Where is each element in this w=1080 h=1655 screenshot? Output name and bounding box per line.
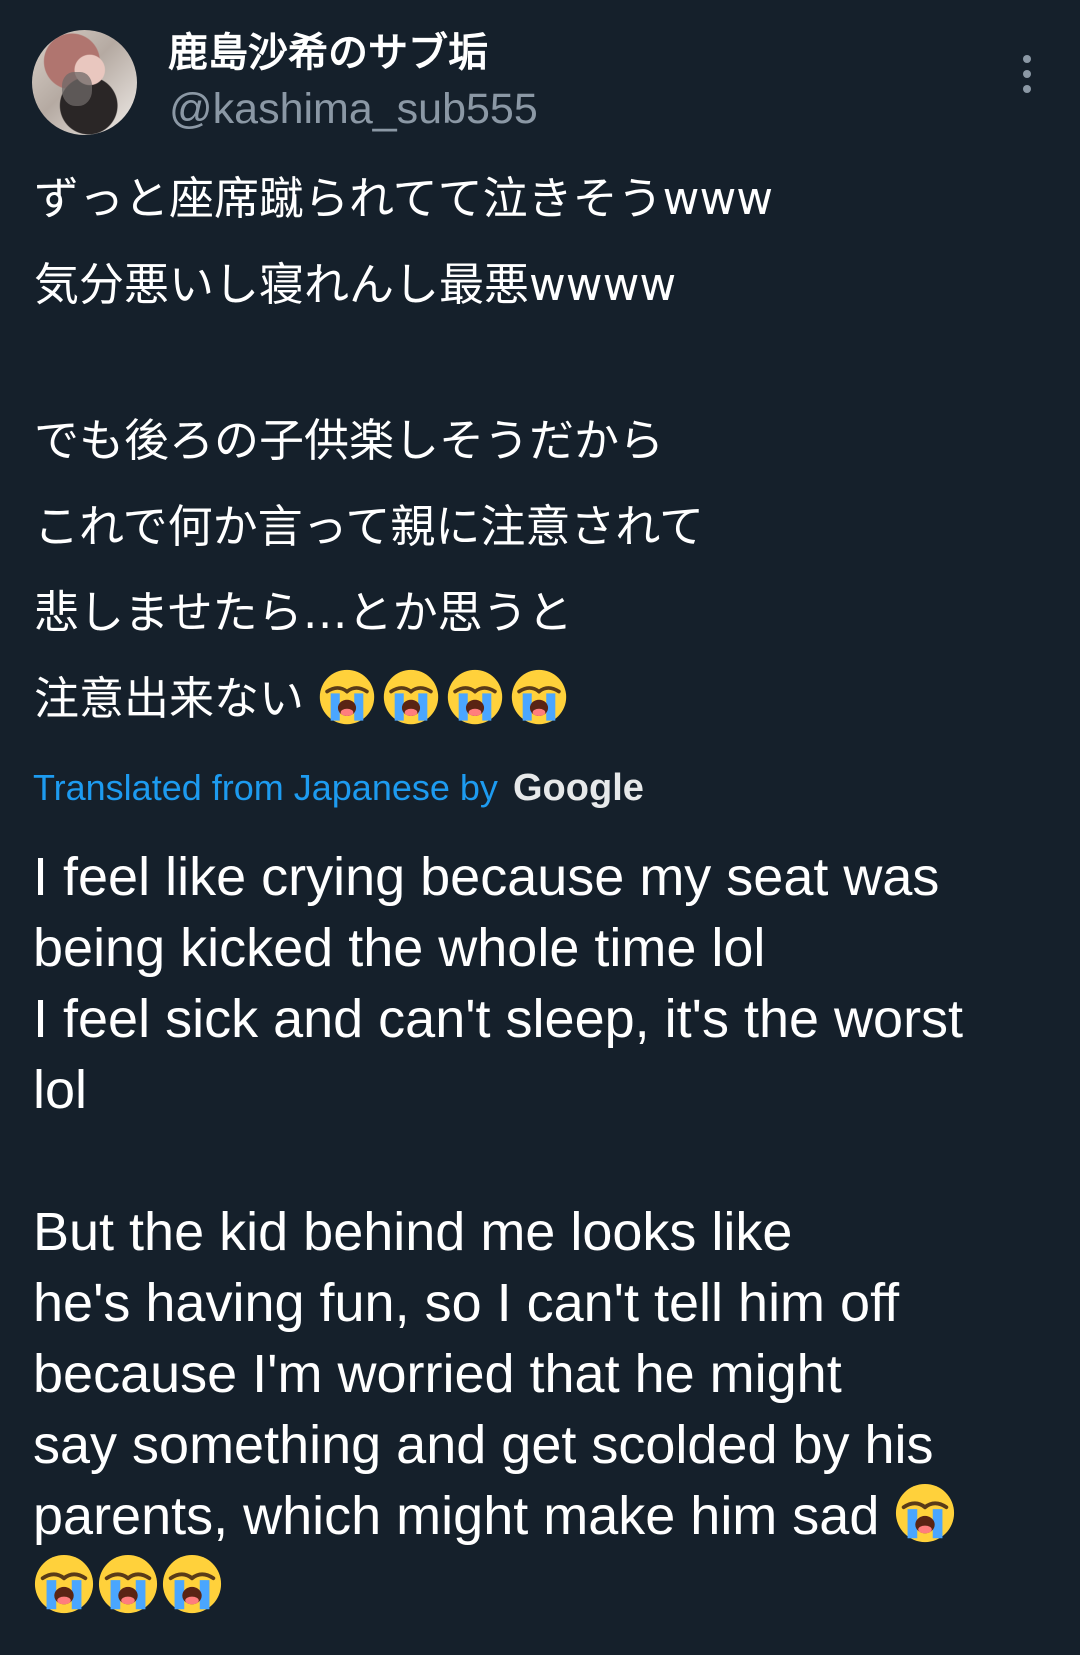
loudly-crying-face-icon — [162, 1554, 222, 1614]
original-text-line: 気分悪いし寝れんし最悪wwww — [34, 258, 677, 311]
translated-text-line: I feel like crying because my seat was — [33, 847, 940, 907]
translated-text-line: lol — [33, 1060, 88, 1120]
paragraph-break — [33, 1126, 1043, 1197]
translated-from-link[interactable]: Translated from Japanese by — [33, 767, 498, 808]
loudly-crying-face-icon — [384, 669, 439, 724]
avatar[interactable] — [32, 30, 137, 135]
tweet-header: 鹿島沙希のサブ垢 @kashima_sub555 — [0, 0, 1080, 150]
display-name[interactable]: 鹿島沙希のサブ垢 — [168, 28, 488, 78]
translated-text-line: he's having fun, so I can't tell him off — [33, 1273, 900, 1333]
translated-text-line: But the kid behind me looks like — [33, 1202, 793, 1262]
more-options-button[interactable] — [1010, 48, 1044, 100]
original-text-last-line: 注意出来ない — [34, 665, 1034, 751]
translation-notice: Translated from Japanese by Google — [33, 760, 644, 816]
user-handle[interactable]: @kashima_sub555 — [169, 82, 538, 136]
translated-text-emoji-line — [33, 1552, 1043, 1623]
original-text-line: 悲しませたら…とか思うと — [34, 586, 573, 639]
translated-text-line: I feel sick and can't sleep, it's the wo… — [33, 989, 964, 1049]
loudly-crying-face-icon — [34, 1554, 94, 1614]
translated-text-line: parents, which might make him sad — [33, 1486, 880, 1546]
google-logo: Google — [513, 767, 644, 809]
translated-text-line: because I'm worried that he might — [33, 1344, 842, 1404]
loudly-crying-face-icon — [320, 669, 375, 724]
loudly-crying-face-icon — [512, 669, 567, 724]
loudly-crying-face-icon — [98, 1554, 158, 1614]
original-text-line: でも後ろの子供楽しそうだから — [34, 414, 665, 467]
original-text-line: これで何か言って親に注意されて — [34, 500, 705, 553]
translated-text-line: being kicked the whole time lol — [33, 918, 766, 978]
original-text-line: 注意出来ない — [34, 672, 305, 725]
more-vertical-icon — [1023, 70, 1031, 78]
paragraph-break — [34, 337, 1034, 407]
original-text-line: ずっと座席蹴られてて泣きそうwww — [34, 172, 774, 225]
loudly-crying-face-icon — [448, 669, 503, 724]
translated-text-line: say something and get scolded by his — [33, 1415, 934, 1475]
more-vertical-icon — [1023, 55, 1031, 63]
emoji-group — [318, 668, 574, 737]
more-vertical-icon — [1023, 85, 1031, 93]
translated-text-line-with-emoji: parents, which might make him sad — [33, 1481, 1043, 1552]
original-tweet-text: ずっと座席蹴られてて泣きそうwww 気分悪いし寝れんし最悪wwww でも後ろの子… — [34, 165, 1034, 751]
translated-tweet-text: I feel like crying because my seat was b… — [33, 842, 1043, 1623]
loudly-crying-face-icon — [896, 1483, 955, 1543]
